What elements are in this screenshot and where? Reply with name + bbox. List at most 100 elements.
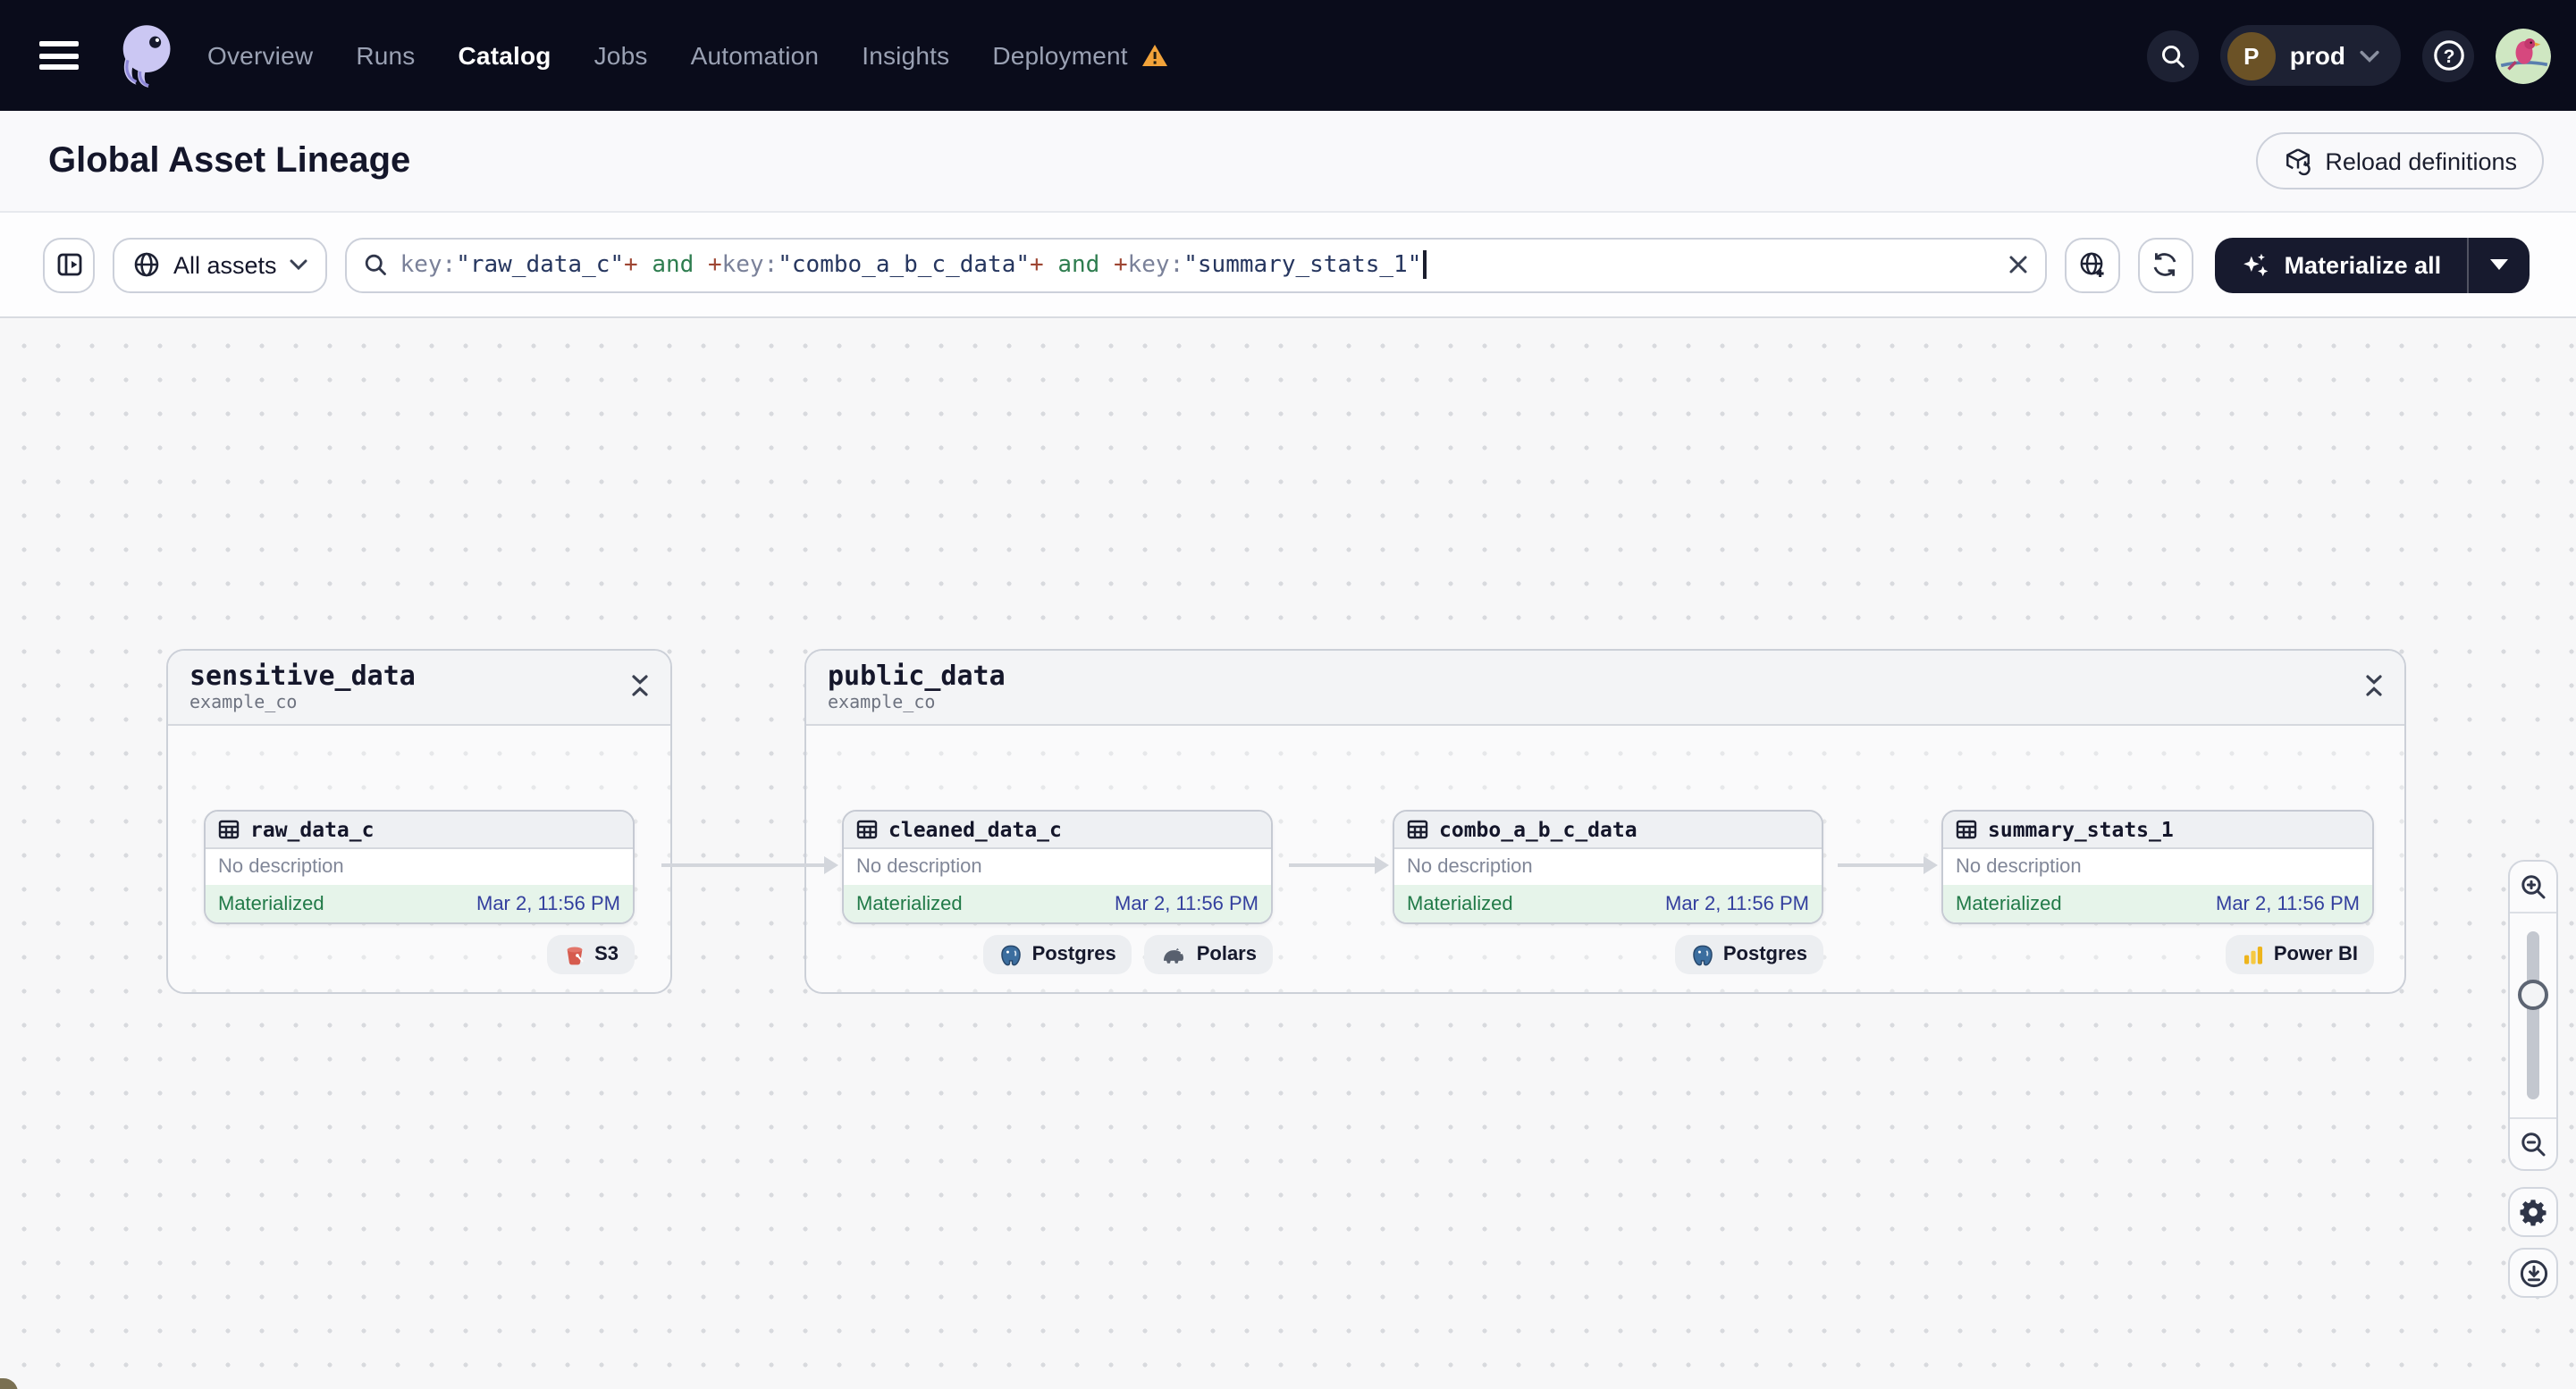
- lineage-canvas[interactable]: sensitive_data example_co public_data ex…: [0, 318, 2576, 1389]
- nav-item-deployment[interactable]: Deployment: [992, 41, 1168, 70]
- status-badge: Materialized: [218, 893, 324, 914]
- kind-badge-s3[interactable]: S3: [546, 935, 635, 974]
- search-icon: [365, 254, 386, 275]
- group-name: public_data: [828, 660, 1006, 692]
- asset-status-bar: Materialized Mar 2, 11:56 PM: [1394, 885, 1822, 922]
- asset-scope-label: All assets: [173, 251, 277, 278]
- nav-item-runs[interactable]: Runs: [356, 41, 415, 70]
- kind-badges-raw-data-c: S3: [204, 935, 635, 974]
- nav-links: Overview Runs Catalog Jobs Automation In…: [207, 41, 1169, 70]
- asset-description: No description: [1956, 856, 2082, 878]
- table-icon: [1407, 820, 1428, 839]
- kind-badge-polars[interactable]: Polars: [1144, 935, 1273, 974]
- kind-badge-label: Postgres: [1031, 944, 1116, 965]
- postgres-icon: [1693, 944, 1713, 965]
- power-bi-icon: [2243, 945, 2262, 964]
- nav-item-deployment-label: Deployment: [992, 41, 1128, 70]
- zoom-out-icon: [2521, 1132, 2546, 1157]
- dagster-logo-icon[interactable]: [111, 21, 179, 89]
- corner-chip: [0, 1378, 18, 1389]
- kind-badge-label: Postgres: [1722, 944, 1807, 965]
- status-badge: Materialized: [1956, 893, 2062, 914]
- environment-switcher[interactable]: P prod: [2219, 25, 2401, 86]
- asset-name: cleaned_data_c: [888, 817, 1062, 842]
- kind-badges-combo-a-b-c-data: Postgres: [1393, 935, 1823, 974]
- global-search-button[interactable]: [2146, 29, 2199, 81]
- asset-scope-dropdown[interactable]: All assets: [113, 237, 327, 292]
- asset-node-raw-data-c[interactable]: raw_data_c No description Materialized M…: [204, 810, 635, 924]
- graph-settings-button[interactable]: [2508, 1187, 2558, 1237]
- nav-item-automation[interactable]: Automation: [691, 41, 820, 70]
- reload-definitions-button[interactable]: Reload definitions: [2255, 132, 2544, 189]
- group-name: sensitive_data: [189, 660, 416, 692]
- materialization-timestamp[interactable]: Mar 2, 11:56 PM: [1115, 893, 1259, 914]
- collapse-group-icon[interactable]: [2365, 674, 2383, 697]
- nav-item-overview[interactable]: Overview: [207, 41, 313, 70]
- kind-badge-label: S3: [594, 944, 619, 965]
- warning-icon: [1141, 45, 1167, 66]
- zoom-in-button[interactable]: [2510, 862, 2556, 912]
- asset-node-summary-stats-1[interactable]: summary_stats_1 No description Materiali…: [1941, 810, 2374, 924]
- menu-icon[interactable]: [39, 41, 79, 70]
- user-avatar[interactable]: [2496, 28, 2551, 83]
- group-location: example_co: [189, 694, 298, 713]
- asset-description: No description: [1407, 856, 1533, 878]
- asset-node-cleaned-data-c[interactable]: cleaned_data_c No description Materializ…: [842, 810, 1273, 924]
- zoom-slider[interactable]: [2510, 912, 2556, 1119]
- query-text: key: "raw_data_c" + and + key: "combo_a_b_c_…: [400, 250, 1995, 279]
- page-title: Global Asset Lineage: [48, 140, 411, 180]
- collapse-group-icon[interactable]: [631, 674, 649, 697]
- materialization-timestamp[interactable]: Mar 2, 11:56 PM: [2216, 893, 2360, 914]
- download-graph-button[interactable]: [2508, 1248, 2558, 1298]
- asset-node-header: cleaned_data_c: [844, 812, 1271, 849]
- table-icon: [856, 820, 878, 839]
- globe-icon: [134, 252, 159, 277]
- s3-icon: [566, 946, 583, 964]
- asset-node-combo-a-b-c-data[interactable]: combo_a_b_c_data No description Material…: [1393, 810, 1823, 924]
- asset-node-header: summary_stats_1: [1943, 812, 2372, 849]
- kind-badge-power-bi[interactable]: Power BI: [2225, 935, 2374, 974]
- caret-down-icon: [2489, 259, 2508, 270]
- materialize-all-split-button: Materialize all: [2214, 237, 2530, 292]
- kind-badge-postgres[interactable]: Postgres: [983, 935, 1132, 974]
- reload-definitions-label: Reload definitions: [2325, 147, 2517, 174]
- nav-item-insights[interactable]: Insights: [862, 41, 949, 70]
- select-all-related-button[interactable]: [2064, 237, 2120, 292]
- top-nav: Overview Runs Catalog Jobs Automation In…: [0, 0, 2576, 111]
- asset-name: raw_data_c: [250, 817, 375, 842]
- refresh-icon: [2154, 253, 2176, 276]
- polars-icon: [1164, 947, 1184, 963]
- clear-query-icon[interactable]: [2008, 254, 2029, 275]
- asset-name: combo_a_b_c_data: [1439, 817, 1637, 842]
- asset-status-bar: Materialized Mar 2, 11:56 PM: [1943, 885, 2372, 922]
- svg-text:?: ?: [2443, 46, 2454, 67]
- download-icon: [2519, 1259, 2547, 1287]
- nav-item-jobs[interactable]: Jobs: [594, 41, 648, 70]
- sparkles-icon: [2243, 252, 2268, 276]
- materialize-all-button[interactable]: Materialize all: [2215, 237, 2467, 292]
- table-icon: [218, 820, 240, 839]
- lineage-query-input[interactable]: key: "raw_data_c" + and + key: "combo_a_b_c_…: [344, 237, 2047, 292]
- materialize-options-button[interactable]: [2468, 237, 2529, 292]
- group-header: sensitive_data example_co: [168, 651, 670, 726]
- asset-status-bar: Materialized Mar 2, 11:56 PM: [844, 885, 1271, 922]
- table-icon: [1956, 820, 1977, 839]
- zoom-out-button[interactable]: [2510, 1119, 2556, 1169]
- refresh-graph-button[interactable]: [2137, 237, 2193, 292]
- nav-item-catalog[interactable]: Catalog: [459, 41, 551, 70]
- status-badge: Materialized: [856, 893, 963, 914]
- materialization-timestamp[interactable]: Mar 2, 11:56 PM: [476, 893, 620, 914]
- expand-panel-button[interactable]: [43, 237, 95, 292]
- help-button[interactable]: ?: [2422, 29, 2474, 81]
- asset-status-bar: Materialized Mar 2, 11:56 PM: [206, 885, 633, 922]
- edge-combo-to-summary: [1838, 856, 1938, 874]
- materialization-timestamp[interactable]: Mar 2, 11:56 PM: [1665, 893, 1809, 914]
- chevron-down-icon: [2360, 49, 2379, 62]
- zoom-slider-handle[interactable]: [2518, 980, 2548, 1010]
- edge-raw-to-cleaned: [661, 856, 838, 874]
- kind-badges-cleaned-data-c: Postgres Polars: [842, 935, 1273, 974]
- asset-node-header: combo_a_b_c_data: [1394, 812, 1822, 849]
- kind-badge-postgres[interactable]: Postgres: [1674, 935, 1823, 974]
- kind-badge-label: Power BI: [2273, 944, 2358, 965]
- environment-name: prod: [2289, 41, 2345, 70]
